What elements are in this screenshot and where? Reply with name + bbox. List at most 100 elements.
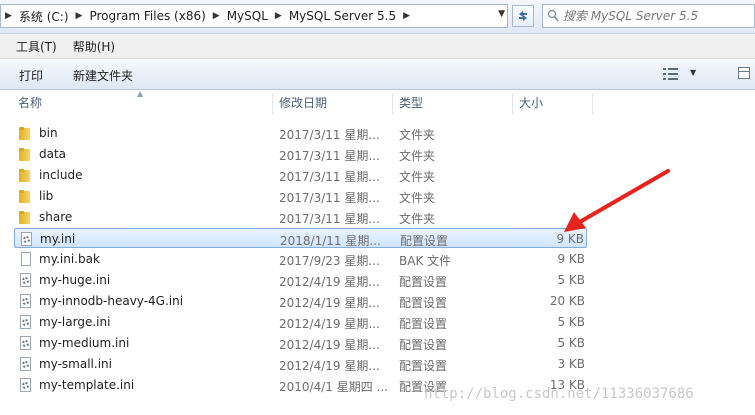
file-type: 配置设置	[399, 317, 448, 331]
settings-file-icon	[19, 378, 33, 392]
file-row[interactable]: my.ini.bak 2017/9/23 星期... BAK 文件 9 KB	[14, 249, 587, 269]
file-type: 文件夹	[399, 170, 436, 184]
menu-help[interactable]: 帮助(H)	[65, 38, 123, 55]
breadcrumb-drive[interactable]: 系统 (C:)	[17, 8, 71, 25]
refresh-icon	[519, 11, 527, 21]
folder-icon	[19, 147, 33, 161]
file-date: 2017/3/11 星期...	[279, 128, 380, 142]
file-row[interactable]: lib 2017/3/11 星期... 文件夹	[14, 186, 587, 206]
file-row[interactable]: my-small.ini 2012/4/19 星期... 配置设置 3 KB	[14, 354, 587, 374]
file-size: 5 KB	[557, 315, 585, 329]
column-header-date[interactable]: 修改日期	[275, 90, 393, 116]
file-date: 2017/3/11 星期...	[279, 149, 380, 163]
file-row[interactable]: my-medium.ini 2012/4/19 星期... 配置设置 5 KB	[14, 333, 587, 353]
breadcrumb-mysql-server[interactable]: MySQL Server 5.5	[287, 9, 398, 23]
file-name: my-small.ini	[39, 357, 112, 371]
file-type: 配置设置	[399, 359, 448, 373]
file-name: my.ini	[40, 232, 76, 246]
file-row[interactable]: share 2017/3/11 星期... 文件夹	[14, 207, 587, 227]
column-divider[interactable]	[392, 93, 393, 115]
file-name: my-template.ini	[39, 378, 135, 392]
file-type: 配置设置	[399, 296, 448, 310]
file-row[interactable]: my-huge.ini 2012/4/19 星期... 配置设置 5 KB	[14, 270, 587, 290]
file-row[interactable]: my.ini 2018/1/11 星期... 配置设置 9 KB	[14, 228, 587, 248]
breadcrumb-root-chevron-icon[interactable]: ▶	[1, 11, 17, 21]
preview-pane-icon[interactable]	[738, 67, 750, 79]
file-name: my-innodb-heavy-4G.ini	[39, 294, 184, 308]
file-size: 5 KB	[557, 336, 585, 350]
views-dropdown-icon[interactable]: ▼	[690, 68, 696, 77]
settings-file-icon	[19, 273, 33, 287]
search-input[interactable]	[563, 7, 748, 25]
command-bar: 打印 新建文件夹 ▼	[0, 59, 755, 90]
breadcrumb-program-files[interactable]: Program Files (x86)	[87, 9, 207, 23]
print-button[interactable]: 打印	[19, 67, 43, 84]
column-header-size[interactable]: 大小	[515, 90, 593, 116]
file-date: 2012/4/19 星期...	[279, 338, 380, 352]
column-headers: ▲ 名称 修改日期 类型 大小	[0, 89, 755, 116]
column-header-name[interactable]: 名称	[14, 90, 272, 116]
column-divider[interactable]	[592, 93, 593, 115]
file-size: 20 KB	[549, 294, 585, 308]
breadcrumb-chevron-icon[interactable]: ▶	[208, 11, 225, 21]
file-name: my-huge.ini	[39, 273, 111, 287]
file-date: 2017/3/11 星期...	[279, 170, 380, 184]
file-type: 配置设置	[400, 234, 449, 248]
menu-bar: 工具(T) 帮助(H)	[0, 34, 755, 59]
file-date: 2010/4/1 星期四 ...	[279, 380, 388, 394]
file-type: 文件夹	[399, 128, 436, 142]
file-row[interactable]: my-innodb-heavy-4G.ini 2012/4/19 星期... 配置设…	[14, 291, 587, 311]
breadcrumb[interactable]: ▶ 系统 (C:) ▶ Program Files (x86) ▶ MySQL …	[0, 4, 508, 28]
file-row[interactable]: bin 2017/3/11 星期... 文件夹	[14, 123, 587, 143]
folder-icon	[19, 189, 33, 203]
address-bar: ▶ 系统 (C:) ▶ Program Files (x86) ▶ MySQL …	[0, 0, 755, 34]
column-header-type[interactable]: 类型	[395, 90, 513, 116]
file-size: 9 KB	[557, 252, 585, 266]
settings-file-icon	[20, 232, 34, 246]
file-name: include	[39, 168, 83, 182]
file-date: 2017/3/11 星期...	[279, 191, 380, 205]
file-name: my-medium.ini	[39, 336, 130, 350]
folder-icon	[19, 168, 33, 182]
breadcrumb-mysql[interactable]: MySQL	[225, 9, 270, 23]
file-date: 2012/4/19 星期...	[279, 317, 380, 331]
file-type: 配置设置	[399, 338, 448, 352]
search-icon	[547, 9, 559, 22]
annotation-arrow-icon	[564, 169, 670, 232]
file-row[interactable]: my-large.ini 2012/4/19 星期... 配置设置 5 KB	[14, 312, 587, 332]
file-list: bin 2017/3/11 星期... 文件夹 data 2017/3/11 星期...…	[0, 123, 755, 415]
file-row[interactable]: data 2017/3/11 星期... 文件夹	[14, 144, 587, 164]
column-divider[interactable]	[272, 93, 273, 115]
menu-tools[interactable]: 工具(T)	[0, 38, 65, 55]
address-history-dropdown-icon[interactable]: ▼	[498, 9, 505, 19]
file-date: 2017/3/11 星期...	[279, 212, 380, 226]
breadcrumb-chevron-icon[interactable]: ▶	[398, 11, 415, 21]
search-box[interactable]	[542, 4, 755, 28]
file-size: 5 KB	[557, 273, 585, 287]
file-size: 3 KB	[557, 357, 585, 371]
file-date: 2012/4/19 星期...	[279, 296, 380, 310]
file-date: 2012/4/19 星期...	[279, 275, 380, 289]
watermark: http://blog.csdn.net/11336037686	[424, 386, 694, 402]
file-name: my-large.ini	[39, 315, 111, 329]
settings-file-icon	[19, 357, 33, 371]
breadcrumb-chevron-icon[interactable]: ▶	[71, 11, 88, 21]
file-row[interactable]: include 2017/3/11 星期... 文件夹	[14, 165, 587, 185]
file-icon	[19, 252, 33, 266]
new-folder-button[interactable]: 新建文件夹	[73, 67, 133, 84]
settings-file-icon	[19, 294, 33, 308]
file-type: 文件夹	[399, 191, 436, 205]
settings-file-icon	[19, 336, 33, 350]
file-name: my.ini.bak	[39, 252, 100, 266]
file-type: 文件夹	[399, 212, 436, 226]
change-view-icon[interactable]	[663, 67, 679, 81]
file-name: lib	[39, 189, 54, 203]
file-name: data	[39, 147, 67, 161]
column-divider[interactable]	[512, 93, 513, 115]
settings-file-icon	[19, 315, 33, 329]
file-type: 配置设置	[399, 275, 448, 289]
file-type: BAK 文件	[399, 254, 452, 268]
breadcrumb-chevron-icon[interactable]: ▶	[270, 11, 287, 21]
refresh-button[interactable]	[512, 5, 534, 27]
file-date: 2017/9/23 星期...	[279, 254, 380, 268]
